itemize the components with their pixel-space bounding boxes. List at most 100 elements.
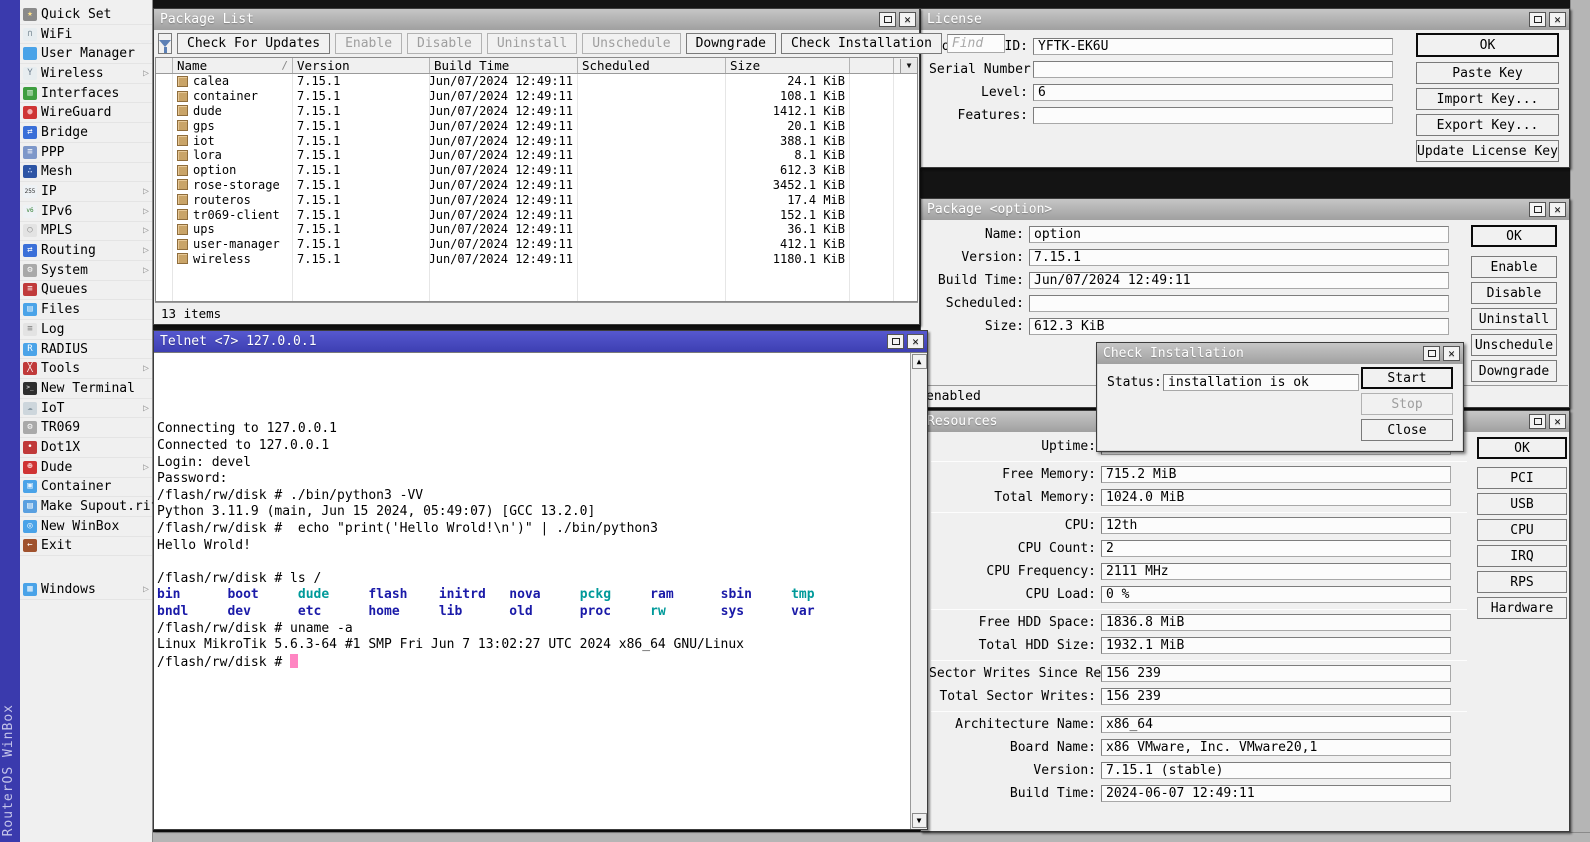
sidebar-item-bridge[interactable]: ⇄Bridge — [20, 123, 152, 143]
close-icon[interactable]: ✕ — [1549, 202, 1566, 217]
close-icon[interactable]: ✕ — [1443, 346, 1460, 361]
field-value-input[interactable]: 1024.0 MiB — [1101, 489, 1451, 506]
table-row[interactable]: container7.15.1Jun/07/2024 12:49:11108.1… — [156, 89, 917, 104]
sidebar-item-wireless[interactable]: YWireless▷ — [20, 64, 152, 84]
sidebar-item-radius[interactable]: RRADIUS — [20, 340, 152, 360]
license-ok-button[interactable]: OK — [1416, 33, 1559, 57]
field-value-input[interactable]: 0 % — [1101, 586, 1451, 603]
license-titlebar[interactable]: License ✕ — [921, 9, 1569, 30]
field-value-input[interactable]: 1932.1 MiB — [1101, 637, 1451, 654]
package-ok-button[interactable]: OK — [1471, 225, 1557, 247]
terminal-output[interactable]: Connecting to 127.0.0.1Connected to 127.… — [154, 353, 910, 829]
maximize-icon[interactable] — [1529, 12, 1546, 27]
table-row[interactable]: user-manager7.15.1Jun/07/2024 12:49:1141… — [156, 237, 917, 252]
field-value-input[interactable]: 2111 MHz — [1101, 563, 1451, 580]
field-value-input[interactable] — [1029, 295, 1449, 312]
package-downgrade-button[interactable]: Downgrade — [1471, 360, 1557, 382]
sidebar-item-ip[interactable]: 255IP▷ — [20, 182, 152, 202]
uninstall-button[interactable]: Uninstall — [487, 33, 577, 54]
column-header-size[interactable]: Size — [726, 58, 850, 73]
field-value-input[interactable]: 156 239 — [1101, 688, 1451, 705]
check-stop-button[interactable]: Stop — [1361, 393, 1453, 415]
package-unschedule-button[interactable]: Unschedule — [1471, 334, 1557, 356]
sidebar-item-interfaces[interactable]: ▥Interfaces — [20, 84, 152, 104]
resources-usb-button[interactable]: USB — [1477, 493, 1567, 515]
field-value-input[interactable]: 2 — [1101, 540, 1451, 557]
sidebar-item-ipv6[interactable]: v6IPv6▷ — [20, 202, 152, 222]
column-header-build-time[interactable]: Build Time — [430, 58, 578, 73]
field-value-input[interactable]: 2024-06-07 12:49:11 — [1101, 785, 1451, 802]
field-value-input[interactable]: x86_64 — [1101, 716, 1451, 733]
scroll-down-icon[interactable]: ▼ — [912, 813, 927, 828]
table-row[interactable]: rose-storage7.15.1Jun/07/2024 12:49:1134… — [156, 178, 917, 193]
field-value-input[interactable]: 612.3 KiB — [1029, 318, 1449, 335]
sidebar-item-files[interactable]: ▤Files — [20, 300, 152, 320]
resources-cpu-button[interactable]: CPU — [1477, 519, 1567, 541]
table-row[interactable]: ups7.15.1Jun/07/2024 12:49:1136.1 KiB — [156, 222, 917, 237]
check-installation-titlebar[interactable]: Check Installation ✕ — [1097, 343, 1463, 364]
sidebar-item-wireguard[interactable]: ●WireGuard — [20, 103, 152, 123]
sidebar-item-mesh[interactable]: ∴Mesh — [20, 163, 152, 183]
table-row[interactable]: option7.15.1Jun/07/2024 12:49:11612.3 Ki… — [156, 163, 917, 178]
field-value-input[interactable]: x86 VMware, Inc. VMware20,1 — [1101, 739, 1451, 756]
status-value-input[interactable]: installation is ok — [1163, 374, 1359, 391]
resources-pci-button[interactable]: PCI — [1477, 467, 1567, 489]
sidebar-item-log[interactable]: ≡Log — [20, 320, 152, 340]
filter-icon[interactable] — [158, 33, 172, 54]
sidebar-item-tr069[interactable]: ⚙TR069 — [20, 418, 152, 438]
downgrade-button[interactable]: Downgrade — [686, 33, 776, 54]
field-value-input[interactable]: option — [1029, 226, 1449, 243]
column-header-scheduled[interactable]: Scheduled — [578, 58, 726, 73]
close-icon[interactable]: ✕ — [899, 12, 916, 27]
table-row[interactable]: wireless7.15.1Jun/07/2024 12:49:111180.1… — [156, 252, 917, 267]
license-import-key--button[interactable]: Import Key... — [1416, 88, 1559, 110]
sidebar-item-new-winbox[interactable]: ◎New WinBox — [20, 517, 152, 537]
sidebar-item-new-terminal[interactable]: >_New Terminal — [20, 379, 152, 399]
table-row[interactable]: iot7.15.1Jun/07/2024 12:49:11388.1 KiB — [156, 133, 917, 148]
enable-button[interactable]: Enable — [335, 33, 402, 54]
field-value-input[interactable] — [1033, 61, 1393, 78]
maximize-icon[interactable] — [1529, 414, 1546, 429]
maximize-icon[interactable] — [1529, 202, 1546, 217]
table-row[interactable]: tr069-client7.15.1Jun/07/2024 12:49:1115… — [156, 207, 917, 222]
unschedule-button[interactable]: Unschedule — [582, 33, 680, 54]
mdi-bottom-strip[interactable] — [20, 832, 1590, 842]
table-row[interactable]: calea7.15.1Jun/07/2024 12:49:1124.1 KiB — [156, 74, 917, 89]
sidebar-item-queues[interactable]: ≡Queues — [20, 281, 152, 301]
maximize-icon[interactable] — [1423, 346, 1440, 361]
sidebar-item-tools[interactable]: ╳Tools▷ — [20, 359, 152, 379]
maximize-icon[interactable] — [879, 12, 896, 27]
table-row[interactable]: lora7.15.1Jun/07/2024 12:49:118.1 KiB — [156, 148, 917, 163]
sidebar-item-make-supout-rif[interactable]: ▤Make Supout.rif — [20, 497, 152, 517]
package-enable-button[interactable]: Enable — [1471, 256, 1557, 278]
sidebar-item-routing[interactable]: ⇄Routing▷ — [20, 241, 152, 261]
sidebar-item-container[interactable]: ▣Container — [20, 478, 152, 498]
sidebar-item-ppp[interactable]: ≡PPP — [20, 143, 152, 163]
check-installation-button[interactable]: Check Installation — [781, 33, 942, 54]
field-value-input[interactable]: Jun/07/2024 12:49:11 — [1029, 272, 1449, 289]
sidebar-item-exit[interactable]: ←Exit — [20, 537, 152, 557]
telnet-titlebar[interactable]: Telnet <7> 127.0.0.1 ✕ — [154, 331, 927, 352]
resources-rps-button[interactable]: RPS — [1477, 571, 1567, 593]
close-icon[interactable]: ✕ — [1549, 12, 1566, 27]
field-value-input[interactable]: 6 — [1033, 84, 1393, 101]
package-list-titlebar[interactable]: Package List ✕ — [154, 9, 919, 30]
package-uninstall-button[interactable]: Uninstall — [1471, 308, 1557, 330]
resources-irq-button[interactable]: IRQ — [1477, 545, 1567, 567]
close-icon[interactable]: ✕ — [907, 334, 924, 349]
terminal-scrollbar[interactable]: ▲ ▼ — [910, 353, 927, 829]
field-value-input[interactable]: 1836.8 MiB — [1101, 614, 1451, 631]
license-paste-key-button[interactable]: Paste Key — [1416, 62, 1559, 84]
scroll-up-icon[interactable]: ▲ — [912, 354, 927, 369]
mdi-right-strip[interactable] — [1570, 0, 1590, 842]
maximize-icon[interactable] — [887, 334, 904, 349]
package-disable-button[interactable]: Disable — [1471, 282, 1557, 304]
sidebar-item-windows[interactable]: ▦Windows▷ — [20, 580, 152, 600]
check-close-button[interactable]: Close — [1361, 419, 1453, 441]
field-value-input[interactable]: 156 239 — [1101, 665, 1451, 682]
table-row[interactable]: dude7.15.1Jun/07/2024 12:49:111412.1 KiB — [156, 104, 917, 119]
license-update-license-key-button[interactable]: Update License Key — [1416, 140, 1559, 162]
find-input[interactable] — [947, 34, 1005, 53]
license-export-key--button[interactable]: Export Key... — [1416, 114, 1559, 136]
sidebar-item-user-manager[interactable]: User Manager — [20, 44, 152, 64]
